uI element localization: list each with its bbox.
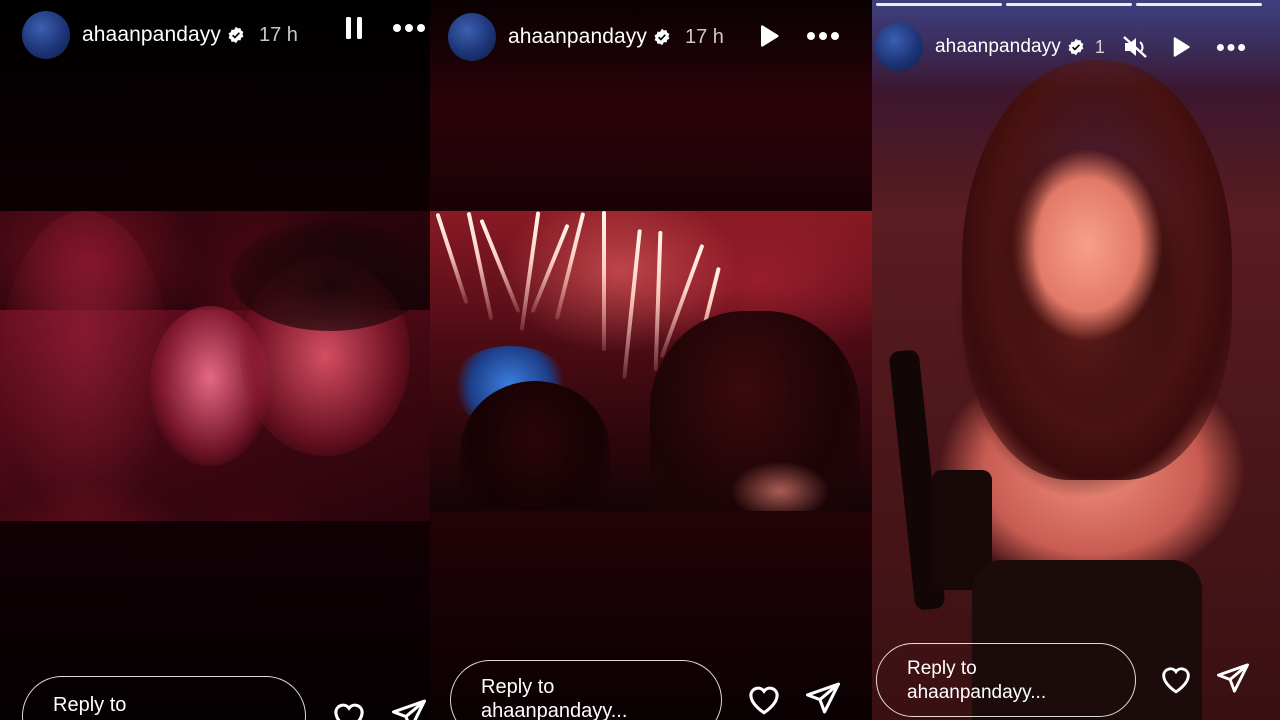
story-age: 17 h	[685, 25, 724, 48]
username[interactable]: ahaanpandayy	[935, 36, 1061, 58]
more-icon	[807, 32, 839, 40]
send-icon	[1217, 663, 1249, 693]
story-panel-1: ahaanpandayy 17 h Reply to	[0, 0, 430, 720]
story-age: 1	[1094, 36, 1105, 57]
reply-placeholder-line1: Reply to	[481, 676, 555, 698]
avatar[interactable]	[448, 13, 496, 61]
story-photo-couple	[0, 211, 430, 521]
more-button[interactable]	[804, 22, 842, 50]
share-button[interactable]	[390, 698, 428, 720]
username[interactable]: ahaanpandayy	[82, 23, 221, 47]
avatar[interactable]	[875, 23, 923, 71]
more-icon	[393, 24, 425, 32]
play-icon	[1173, 37, 1190, 57]
reply-input[interactable]: Reply to	[22, 676, 306, 720]
reply-placeholder-line1: Reply to	[907, 658, 977, 679]
like-button[interactable]	[745, 681, 783, 720]
share-button[interactable]	[1215, 662, 1251, 699]
username[interactable]: ahaanpandayy	[508, 25, 647, 49]
progress-segment-1	[876, 3, 1002, 6]
avatar[interactable]	[22, 11, 70, 59]
send-icon	[806, 682, 840, 714]
pause-button[interactable]	[340, 14, 368, 42]
more-button[interactable]	[390, 14, 428, 42]
more-button[interactable]	[1214, 33, 1248, 61]
progress-segment-2	[1006, 3, 1132, 6]
more-icon	[1216, 43, 1246, 51]
mute-button[interactable]	[1120, 33, 1150, 61]
reply-input[interactable]: Reply to ahaanpandayy...	[876, 643, 1136, 717]
reply-input[interactable]: Reply to ahaanpandayy...	[450, 660, 722, 720]
like-button[interactable]	[330, 698, 368, 720]
like-button[interactable]	[1158, 662, 1194, 699]
heart-icon	[1162, 667, 1190, 694]
verified-badge-icon	[228, 26, 244, 44]
story-photo-fireworks	[430, 211, 872, 511]
verified-badge-icon	[1068, 38, 1084, 56]
heart-icon	[749, 686, 779, 715]
heart-icon	[334, 703, 364, 720]
story-photo-portrait	[872, 0, 1280, 720]
progress-segment-3	[1136, 3, 1262, 6]
play-icon	[761, 25, 779, 47]
reply-placeholder-line2: ahaanpandayy...	[907, 682, 1047, 703]
play-button[interactable]	[755, 22, 783, 50]
story-panel-3: ahaanpandayy 1 Reply to ahaanpandayy...	[872, 0, 1280, 720]
share-button[interactable]	[804, 681, 842, 720]
pause-icon	[346, 17, 362, 39]
reply-placeholder-line2: ahaanpandayy...	[481, 700, 628, 720]
play-button[interactable]	[1167, 33, 1195, 61]
send-icon	[392, 699, 426, 720]
story-panel-2: ahaanpandayy 17 h Reply to ahaanpandayy.…	[430, 0, 872, 720]
story-age: 17 h	[259, 23, 298, 46]
speaker-muted-icon	[1123, 36, 1147, 58]
verified-badge-icon	[654, 28, 670, 46]
reply-placeholder-line1: Reply to	[53, 694, 127, 716]
